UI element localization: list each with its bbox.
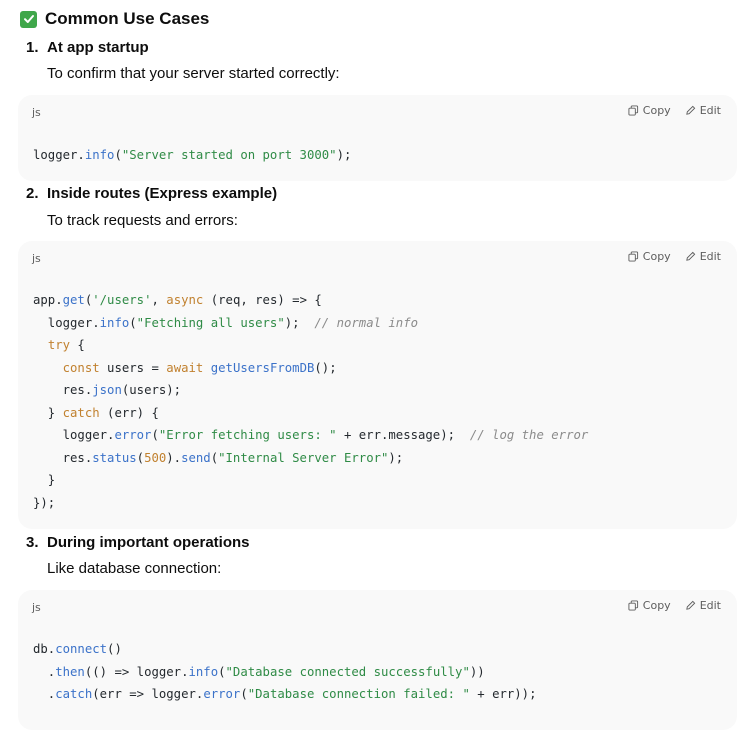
code-language: js — [32, 106, 41, 119]
item-title-text: Inside routes (Express example) — [47, 185, 278, 202]
copy-button[interactable]: Copy — [628, 104, 671, 117]
code-content: logger.info("Server started on port 3000… — [33, 148, 352, 162]
code-language: js — [32, 601, 41, 614]
edit-button[interactable]: Edit — [685, 104, 721, 117]
item-number: 2. — [26, 185, 39, 202]
item-number: 3. — [26, 534, 39, 551]
copy-icon — [628, 251, 638, 262]
item-number: 1. — [26, 39, 39, 56]
item-2-description: To track requests and errors: — [47, 212, 238, 229]
code-actions: Copy Edit — [628, 599, 721, 612]
code-language: js — [32, 252, 41, 265]
edit-label: Edit — [699, 599, 721, 612]
edit-icon — [685, 105, 695, 115]
code-block-2: js Copy Edit app.get('/users', async (re… — [18, 241, 737, 529]
copy-icon — [628, 600, 638, 611]
copy-label: Copy — [642, 250, 671, 263]
section-heading: Common Use Cases — [20, 7, 209, 31]
code-block-1: js Copy Edit logger.info("Server started… — [18, 95, 737, 181]
copy-label: Copy — [642, 104, 671, 117]
item-2-title: 2. Inside routes (Express example) — [26, 184, 277, 204]
item-title-text: During important operations — [47, 534, 250, 551]
copy-button[interactable]: Copy — [628, 599, 671, 612]
code-content: db.connect() .then(() => logger.info("Da… — [33, 642, 537, 701]
edit-button[interactable]: Edit — [685, 599, 721, 612]
copy-label: Copy — [642, 599, 671, 612]
item-3-title: 3. During important operations — [26, 533, 250, 553]
section-title: Common Use Cases — [45, 9, 210, 28]
code-actions: Copy Edit — [628, 250, 721, 263]
item-3-description: Like database connection: — [47, 560, 222, 577]
code-content: app.get('/users', async (req, res) => { … — [33, 293, 589, 510]
edit-button[interactable]: Edit — [685, 250, 721, 263]
edit-label: Edit — [699, 104, 721, 117]
item-1-description: To confirm that your server started corr… — [47, 65, 340, 82]
copy-button[interactable]: Copy — [628, 250, 671, 263]
code-block-3: js Copy Edit db.connect() .then(() => lo… — [18, 590, 737, 730]
edit-icon — [685, 600, 695, 610]
code-actions: Copy Edit — [628, 104, 721, 117]
edit-label: Edit — [699, 250, 721, 263]
item-title-text: At app startup — [47, 39, 149, 56]
copy-icon — [628, 105, 638, 116]
edit-icon — [685, 251, 695, 261]
item-1-title: 1. At app startup — [26, 38, 149, 58]
check-box-icon — [20, 10, 37, 28]
